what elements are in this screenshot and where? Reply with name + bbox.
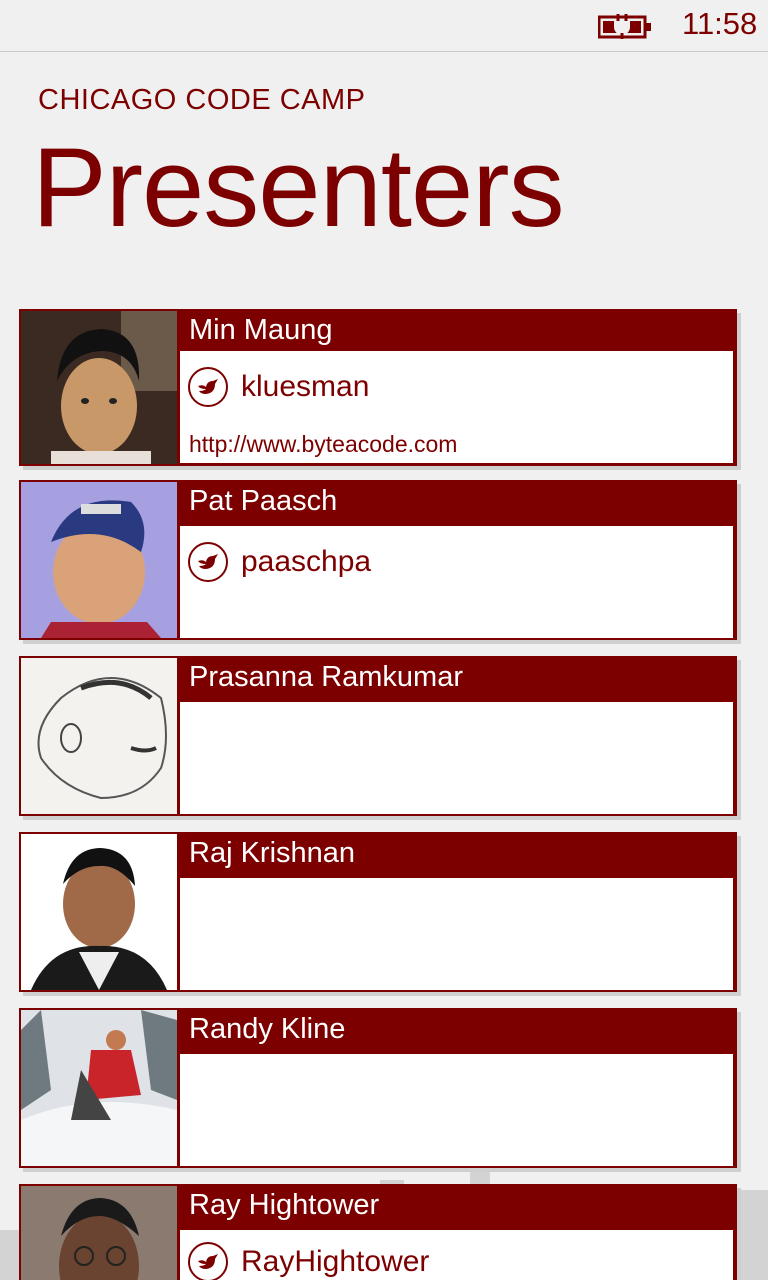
page-title: Presenters <box>32 125 565 250</box>
twitter-handle: RayHightower <box>241 1245 430 1278</box>
presenter-name: Pat Paasch <box>189 485 338 517</box>
website-link[interactable]: http://www.byteacode.com <box>189 431 457 458</box>
status-bar: 11:58 <box>0 0 768 52</box>
presenter-info <box>180 878 733 990</box>
presenter-info <box>180 1054 733 1166</box>
presenter-card[interactable]: Pat Paasch paaschpa <box>19 480 737 640</box>
presenter-card[interactable]: Ray Hightower RayHightower <box>19 1184 737 1280</box>
twitter-bird-icon <box>188 542 228 582</box>
presenter-photo <box>21 658 177 814</box>
presenter-card[interactable]: Prasanna Ramkumar <box>19 656 737 816</box>
presenter-name: Ray Hightower <box>189 1189 380 1221</box>
twitter-link[interactable]: kluesman <box>188 365 369 409</box>
status-time: 11:58 <box>682 6 758 41</box>
presenter-name: Min Maung <box>189 314 333 346</box>
twitter-link[interactable]: RayHightower <box>188 1240 429 1280</box>
twitter-bird-icon <box>188 367 228 407</box>
presenter-card[interactable]: Min Maung kluesman http://www.byteacode.… <box>19 309 737 466</box>
presenter-info: paaschpa <box>180 526 733 638</box>
twitter-handle: paaschpa <box>241 545 372 578</box>
presenter-info <box>180 702 733 814</box>
presenter-name: Prasanna Ramkumar <box>189 661 463 693</box>
twitter-handle: kluesman <box>241 370 370 403</box>
presenter-name: Raj Krishnan <box>189 837 356 869</box>
presenter-info: kluesman http://www.byteacode.com <box>180 351 733 463</box>
presenter-card[interactable]: Randy Kline <box>19 1008 737 1168</box>
battery-charging-icon <box>598 14 651 39</box>
presenter-photo <box>21 482 177 638</box>
presenter-info: RayHightower <box>180 1230 733 1280</box>
presenter-card[interactable]: Raj Krishnan <box>19 832 737 992</box>
twitter-link[interactable]: paaschpa <box>188 540 371 584</box>
presenter-name: Randy Kline <box>189 1013 346 1045</box>
app-title: CHICAGO CODE CAMP <box>38 84 366 116</box>
presenter-photo <box>21 1186 177 1280</box>
presenter-photo <box>21 1010 177 1166</box>
twitter-bird-icon <box>188 1242 228 1280</box>
presenter-photo <box>21 311 177 464</box>
presenter-photo <box>21 834 177 990</box>
